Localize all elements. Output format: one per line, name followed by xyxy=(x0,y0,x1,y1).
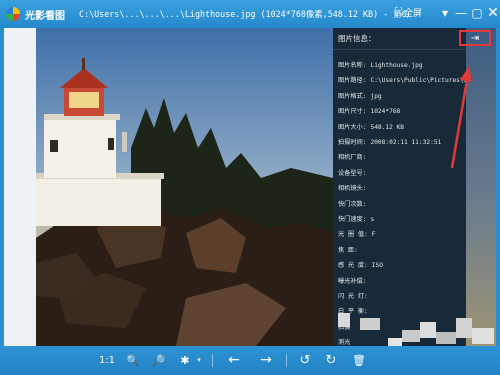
info-label: 闪 光 灯: xyxy=(338,293,368,300)
info-label: 图片大小: xyxy=(338,123,367,131)
info-label: 感 光 度: xyxy=(338,262,368,270)
mosaic-block xyxy=(338,313,350,327)
prev-arrow-icon: ← xyxy=(228,352,240,368)
edit-dropdown[interactable]: ▾ xyxy=(194,352,204,368)
mosaic-block xyxy=(360,318,380,330)
info-row: 焦 距: xyxy=(338,245,362,254)
info-row: 图片尺寸: 1024*768 xyxy=(338,106,400,115)
info-value: s xyxy=(370,216,375,223)
info-row: 光 圈 值: F xyxy=(338,229,375,238)
zoom-in-icon: 🔍 xyxy=(126,353,140,367)
next-button[interactable]: → xyxy=(256,352,276,368)
pin-button[interactable]: ⇥ xyxy=(459,30,491,46)
info-label: 焦 距: xyxy=(338,246,358,254)
toolbar-separator xyxy=(212,354,213,367)
rotate-left-icon: ↺ xyxy=(299,352,311,368)
info-value: 1024*768 xyxy=(370,108,401,116)
info-label: 图片尺寸: xyxy=(338,108,367,116)
bottom-toolbar: 1:1 🔍 🔎 ✱ ▾ ← → ↺ ↻ 🗑 xyxy=(0,346,500,375)
info-value: F xyxy=(371,231,376,239)
title-bar: 光影看图 C:\Users\...\...\...\Lighthouse.jpg… xyxy=(0,0,500,28)
info-label: 相机镜头: xyxy=(338,185,367,193)
file-path-title: C:\Users\...\...\...\Lighthouse.jpg (102… xyxy=(79,9,409,19)
info-label: 图片格式: xyxy=(338,92,367,100)
logo-icon xyxy=(6,7,20,21)
info-label: 快门速度: xyxy=(338,216,367,223)
viewer-window: 光影看图 C:\Users\...\...\...\Lighthouse.jpg… xyxy=(0,0,500,375)
info-label: 快门次数: xyxy=(338,200,367,208)
info-row: 快门速度: s xyxy=(338,214,374,223)
pin-icon: ⇥ xyxy=(470,32,480,44)
actual-size-button[interactable]: 1:1 xyxy=(96,352,118,368)
info-row: 图片路径:C:\Users\Public\Pictures\Sa... xyxy=(338,75,466,84)
info-row: 相机厂商: xyxy=(338,152,370,161)
toolbar-separator xyxy=(286,354,287,367)
info-row: 快门次数: xyxy=(338,199,370,208)
dropdown-icon: ▾ xyxy=(197,356,201,364)
next-arrow-icon: → xyxy=(260,352,272,368)
info-value: 2008:02:11 11:32:51 xyxy=(370,139,442,146)
info-value: Lighthouse.jpg xyxy=(370,62,423,69)
left-margin xyxy=(4,28,36,346)
info-row: 图片大小: 548.12 KB xyxy=(338,122,404,131)
info-row: 闪 光 灯: xyxy=(338,291,372,300)
minimize-icon: — xyxy=(455,6,467,20)
info-label: 设备型号: xyxy=(338,169,367,177)
mosaic-block xyxy=(388,338,402,346)
info-label: 曝光补偿: xyxy=(338,277,367,285)
menu-icon: ▾ xyxy=(441,6,449,20)
magic-wand-icon: ✱ xyxy=(180,353,190,367)
info-label: 拍摄时间: xyxy=(338,139,367,146)
edit-button[interactable]: ✱ xyxy=(176,352,194,368)
zoom-out-icon: 🔎 xyxy=(152,353,166,367)
info-value: ISO xyxy=(371,262,383,270)
info-row: 图片格式: jpg xyxy=(338,91,382,100)
rotate-right-icon: ↻ xyxy=(325,352,337,368)
info-value: C:\Users\Public\Pictures\Sa... xyxy=(370,77,466,85)
zoom-out-button[interactable]: 🔎 xyxy=(150,352,168,368)
fullscreen-label: 全屏 xyxy=(404,9,423,19)
info-label: 图片路径: xyxy=(338,77,367,85)
rotate-right-button[interactable]: ↻ xyxy=(322,352,340,368)
mosaic-block xyxy=(402,330,420,342)
info-label: 光 圈 值: xyxy=(338,231,368,239)
mosaic-block xyxy=(456,318,472,338)
info-value: 548.12 KB xyxy=(370,123,405,131)
delete-icon: 🗑 xyxy=(352,353,366,367)
mosaic-block xyxy=(436,332,456,344)
info-label: 相机厂商: xyxy=(338,154,367,162)
info-row: 设备型号: xyxy=(338,168,370,177)
image-info-panel: 图片信息： 图片名称: Lighthouse.jpg 图片路径: C:\Users\P… xyxy=(333,28,466,346)
info-row: 相机镜头: xyxy=(338,183,370,192)
fullscreen-button[interactable]: ⛶ 全屏 xyxy=(395,6,422,19)
info-header: 图片信息： xyxy=(333,28,466,50)
maximize-icon: ▢ xyxy=(471,6,483,20)
zoom-in-button[interactable]: 🔍 xyxy=(124,352,142,368)
close-button[interactable]: ✕ xyxy=(484,4,500,22)
lighthouse-photo xyxy=(36,28,333,346)
info-row: 曝光补偿: xyxy=(338,276,370,285)
mosaic-block xyxy=(420,322,436,338)
info-label: 图片名称: xyxy=(338,62,367,69)
close-icon: ✕ xyxy=(487,5,499,21)
previous-button[interactable]: ← xyxy=(224,352,244,368)
info-row: 感 光 度: ISO xyxy=(338,260,383,269)
photo-edge xyxy=(466,28,496,346)
info-value: jpg xyxy=(370,92,382,100)
rotate-left-button[interactable]: ↺ xyxy=(296,352,314,368)
info-row: 拍摄时间: 2008:02:11 11:32:51 xyxy=(338,137,441,146)
info-row: 测光 xyxy=(338,337,354,346)
delete-button[interactable]: 🗑 xyxy=(350,352,368,368)
info-label: 测光 xyxy=(338,339,351,346)
fullscreen-icon: ⛶ xyxy=(395,7,402,18)
mosaic-block xyxy=(472,328,494,344)
info-row: 图片名称: Lighthouse.jpg xyxy=(338,60,423,69)
app-name: 光影看图 xyxy=(25,10,65,22)
